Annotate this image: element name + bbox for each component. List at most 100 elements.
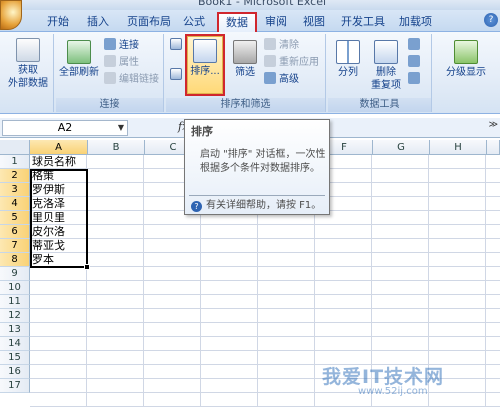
row-header-10[interactable]: 10: [0, 281, 30, 295]
tab-developer[interactable]: 开发工具: [338, 13, 388, 31]
name-box[interactable]: A2 ▼: [2, 120, 128, 136]
row-header-17[interactable]: 17: [0, 379, 30, 393]
row-header-11[interactable]: 11: [0, 295, 30, 309]
row-header-2[interactable]: 2: [0, 169, 30, 183]
sort-asc-button[interactable]: [170, 38, 185, 54]
expand-formula-bar-icon[interactable]: ≫: [489, 120, 498, 130]
selection-range[interactable]: [30, 169, 90, 270]
group-sort-filter: 排序... 筛选 清除 重新应用 高级 排序和筛选: [166, 34, 326, 112]
get-external-data-button[interactable]: 获取 外部数据: [4, 36, 52, 90]
tab-review[interactable]: 审阅: [262, 13, 290, 31]
sort-desc-button[interactable]: [170, 68, 185, 84]
sort-ascending-icon: [170, 38, 182, 50]
row-header-8[interactable]: 8: [0, 253, 30, 267]
outline-button[interactable]: 分级显示: [438, 38, 494, 79]
group-get-external: 获取 外部数据: [2, 34, 54, 112]
remove-duplicates-label-1: 删除: [376, 67, 396, 78]
column-header-g[interactable]: G: [373, 140, 430, 155]
row-header-15[interactable]: 15: [0, 351, 30, 365]
edit-links-label: 编辑链接: [119, 74, 159, 85]
tooltip-title: 排序: [191, 125, 213, 138]
refresh-all-label: 全部刷新: [59, 67, 99, 78]
text-to-columns-button[interactable]: 分列: [330, 38, 366, 79]
tooltip-help: ? 有关详细帮助，请按 F1。: [191, 199, 321, 213]
remove-duplicates-button[interactable]: 删除 重复项: [368, 38, 404, 92]
reapply-button[interactable]: 重新应用: [264, 55, 319, 71]
name-box-dropdown-icon[interactable]: ▼: [118, 121, 124, 135]
clear-filter-icon: [264, 38, 276, 50]
consolidate-icon: [408, 55, 420, 67]
clear-label: 清除: [279, 40, 299, 51]
sort-descending-icon: [170, 68, 182, 80]
connections-button[interactable]: 连接: [104, 38, 139, 54]
group-connections: 全部刷新 连接 属性 编辑链接 连接: [56, 34, 164, 112]
data-tools-group-label: 数据工具: [328, 98, 431, 112]
filter-funnel-icon: [233, 40, 257, 64]
row-header-5[interactable]: 5: [0, 211, 30, 225]
sort-button[interactable]: 排序...: [185, 34, 225, 96]
watermark-text: 我爱IT技术网: [322, 366, 445, 388]
properties-button[interactable]: 属性: [104, 55, 139, 71]
sort-label: 排序...: [190, 66, 220, 77]
data-validation-icon: [408, 38, 420, 50]
cell-a1[interactable]: 球员名称: [32, 155, 76, 169]
connections-label: 连接: [119, 40, 139, 51]
tooltip-divider: [189, 195, 325, 196]
tab-insert[interactable]: 插入: [84, 13, 112, 31]
watermark-url: www.52ij.com: [358, 386, 428, 397]
outline-label: 分级显示: [446, 67, 486, 78]
group-outline: 分级显示: [434, 34, 498, 112]
reapply-label: 重新应用: [279, 57, 319, 68]
column-header-i[interactable]: [487, 140, 500, 155]
sort-az-icon: [193, 39, 217, 63]
sort-tooltip: 排序 启动 "排序" 对话框，一次性根据多个条件对数据排序。 ? 有关详细帮助，请…: [184, 119, 330, 215]
reapply-icon: [264, 55, 276, 67]
what-if-icon: [408, 72, 420, 84]
get-external-label-1: 获取: [18, 65, 38, 76]
row-header-16[interactable]: 16: [0, 365, 30, 379]
remove-duplicates-icon: [374, 40, 398, 64]
select-all-corner[interactable]: [0, 140, 30, 155]
refresh-all-button[interactable]: 全部刷新: [58, 38, 100, 79]
row-header-12[interactable]: 12: [0, 309, 30, 323]
row-header-7[interactable]: 7: [0, 239, 30, 253]
tab-page-layout[interactable]: 页面布局: [124, 13, 174, 31]
get-external-label-2: 外部数据: [8, 78, 48, 89]
consolidate-button[interactable]: [408, 55, 423, 71]
fill-handle[interactable]: [84, 264, 90, 270]
filter-button[interactable]: 筛选: [228, 38, 262, 79]
advanced-filter-icon: [264, 72, 276, 84]
refresh-icon: [67, 40, 91, 64]
row-header-3[interactable]: 3: [0, 183, 30, 197]
what-if-button[interactable]: [408, 72, 423, 88]
database-icon: [16, 38, 40, 62]
filter-label: 筛选: [235, 67, 255, 78]
tooltip-body: 启动 "排序" 对话框，一次性根据多个条件对数据排序。: [200, 149, 326, 174]
column-header-b[interactable]: B: [88, 140, 145, 155]
connections-icon: [104, 38, 116, 50]
data-validation-button[interactable]: [408, 38, 423, 54]
row-header-6[interactable]: 6: [0, 225, 30, 239]
advanced-label: 高级: [279, 74, 299, 85]
row-header-13[interactable]: 13: [0, 323, 30, 337]
row-header-4[interactable]: 4: [0, 197, 30, 211]
tab-data[interactable]: 数据: [217, 12, 257, 34]
advanced-button[interactable]: 高级: [264, 72, 299, 88]
clear-button[interactable]: 清除: [264, 38, 299, 54]
row-header-14[interactable]: 14: [0, 337, 30, 351]
window-title: Book1 - Microsoft Excel: [198, 0, 327, 8]
tab-view[interactable]: 视图: [300, 13, 328, 31]
column-header-a[interactable]: A: [30, 140, 88, 155]
row-header-9[interactable]: 9: [0, 267, 30, 281]
tab-formulas[interactable]: 公式: [180, 13, 208, 31]
edit-links-button[interactable]: 编辑链接: [104, 72, 159, 88]
tab-add-ins[interactable]: 加载项: [396, 13, 435, 31]
ribbon-tab-row: 开始 插入 页面布局 公式 数据 审阅 视图 开发工具 加载项 ?: [0, 10, 500, 34]
column-header-h[interactable]: H: [430, 140, 487, 155]
text-to-columns-label: 分列: [338, 67, 358, 78]
tab-home[interactable]: 开始: [44, 13, 72, 31]
help-icon[interactable]: ?: [484, 13, 498, 27]
row-header-1[interactable]: 1: [0, 155, 30, 169]
properties-icon: [104, 55, 116, 67]
edit-links-icon: [104, 72, 116, 84]
